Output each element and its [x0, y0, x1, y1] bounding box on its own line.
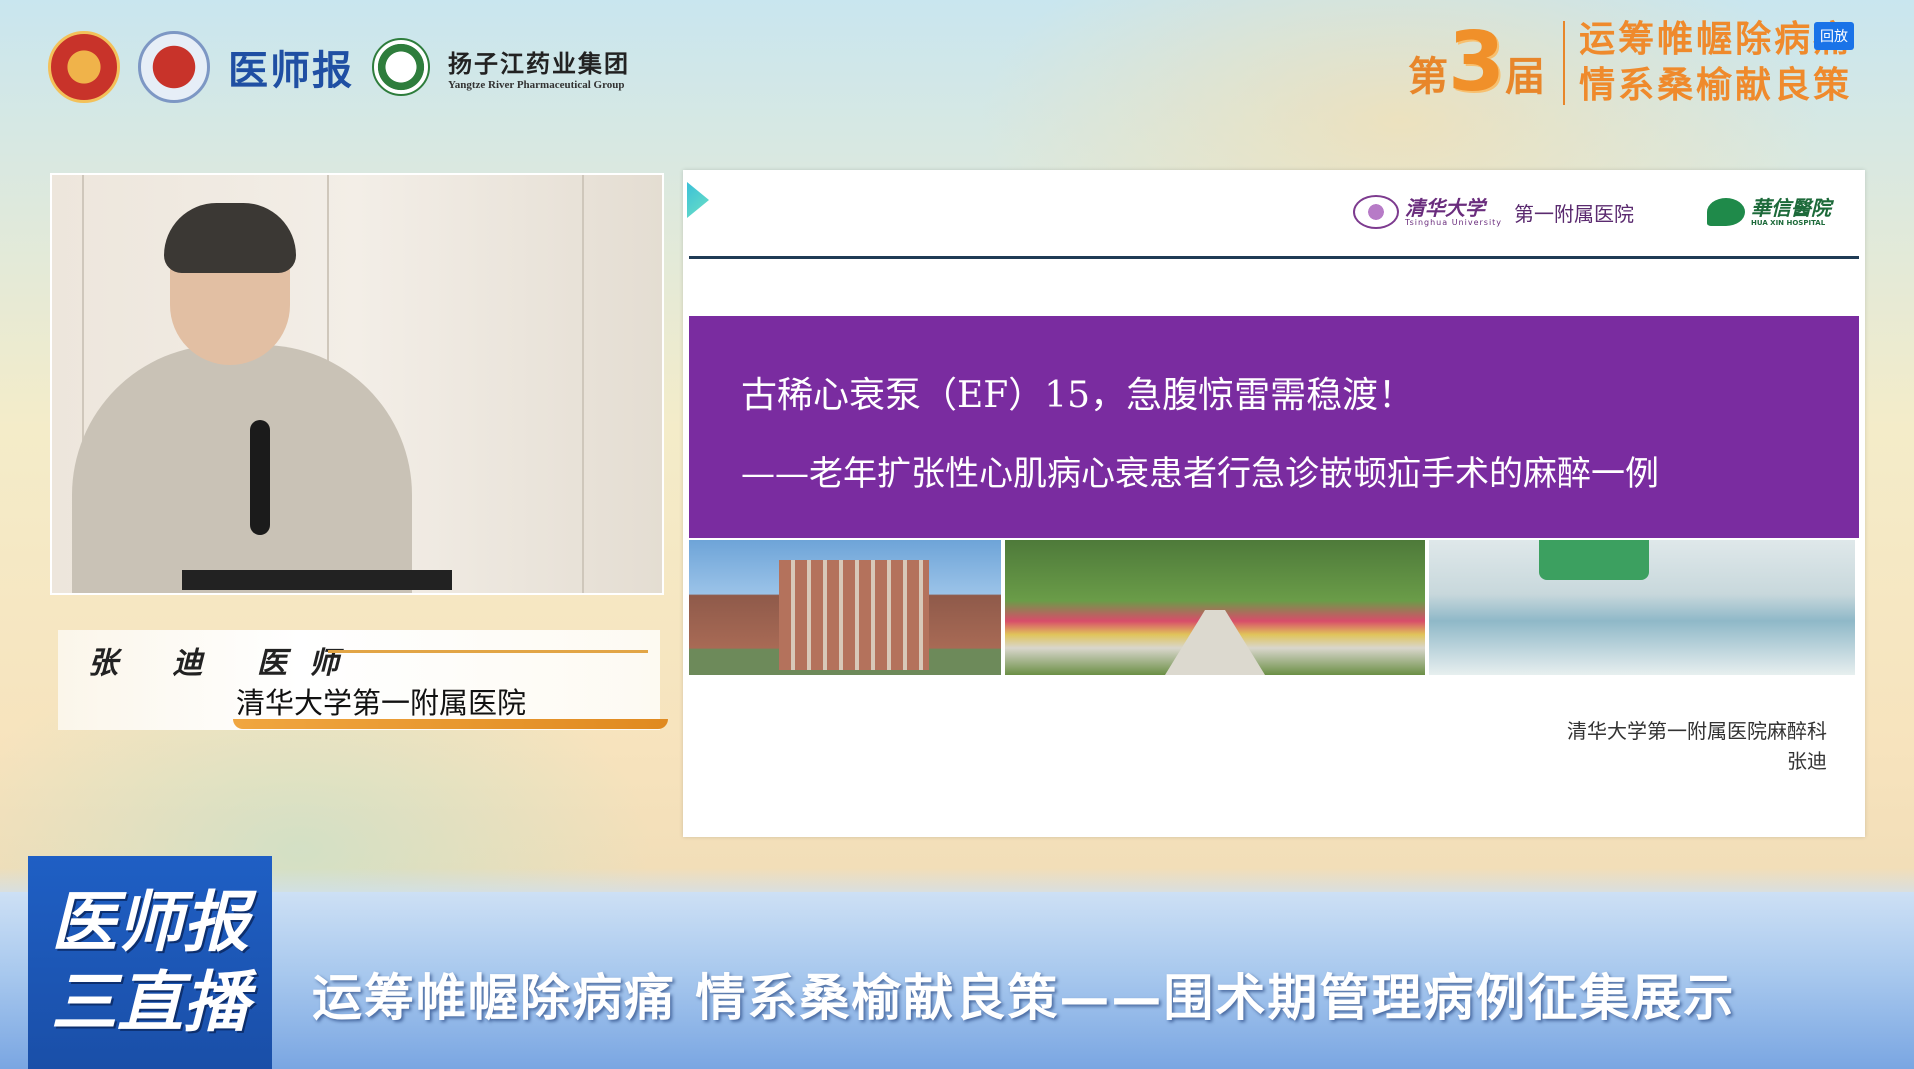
event-title: 第 3 届 运筹帷幄除病痛 情系桑榆献良策 — [1408, 20, 1852, 106]
hospital-building-photo — [689, 540, 1001, 675]
yangtze-logo-cn: 扬子江药业集团 — [448, 48, 630, 78]
sponsor-logos: 医师报 扬子江药业集团 Yangtze River Pharmaceutical… — [48, 28, 630, 106]
speaker-name-card: 张 迪 医师 清华大学第一附属医院 — [58, 630, 668, 730]
slide-footer: 清华大学第一附属医院麻醉科 张迪 — [1567, 716, 1827, 776]
broadcast-logo-line1: 医师报 — [51, 883, 249, 961]
slide-subtitle: ——老年扩张性心肌病心衰患者行急诊嵌顿疝手术的麻醉一例 — [741, 454, 1659, 494]
event-divider — [1563, 21, 1566, 105]
yishibao-logo: 医师报 — [228, 47, 354, 94]
podium — [182, 570, 452, 590]
huaxin-logo-text: 華信醫院 HUA XIN HOSPITAL — [1751, 197, 1831, 227]
hospital-garden-photo — [1005, 540, 1425, 675]
yangtze-logo: 扬子江药业集团 Yangtze River Pharmaceutical Gro… — [448, 44, 630, 91]
broadcast-logo-line2: 三直播 — [51, 963, 249, 1041]
society-emblem-logo — [48, 31, 120, 103]
slide-title: 古稀心衰泵（EF）15，急腹惊雷需稳渡！ — [741, 375, 1415, 416]
replay-badge[interactable]: 回放 — [1814, 22, 1854, 50]
speaker-body — [72, 345, 412, 593]
speaker-video[interactable] — [50, 173, 664, 595]
event-slogan-line2: 情系桑榆献良策 — [1579, 65, 1853, 106]
slide-footer-author: 张迪 — [1787, 749, 1827, 773]
huaxin-logo: 華信醫院 HUA XIN HOSPITAL — [1707, 197, 1831, 227]
association-emblem-logo — [138, 31, 210, 103]
huaxin-logo-en: HUA XIN HOSPITAL — [1751, 219, 1826, 227]
presentation-slide[interactable]: 清华大学 Tsinghua University 第一附属医院 華信醫院 HUA… — [683, 170, 1865, 837]
microphone — [250, 420, 270, 535]
tsinghua-seal-icon — [1353, 195, 1399, 229]
edition-suffix: 届 — [1505, 54, 1546, 100]
slide-header: 清华大学 Tsinghua University 第一附属医院 華信醫院 HUA… — [683, 195, 1865, 235]
speaker-name: 张 迪 医师 — [88, 646, 361, 681]
tsinghua-logo-text: 清华大学 Tsinghua University — [1405, 198, 1502, 227]
slide-title-band: 古稀心衰泵（EF）15，急腹惊雷需稳渡！ ——老年扩张性心肌病心衰患者行急诊嵌顿… — [689, 316, 1859, 538]
edition-number: 3 — [1448, 15, 1506, 110]
slide-photo-strip — [689, 540, 1859, 675]
tsinghua-logo-en: Tsinghua University — [1405, 217, 1503, 227]
speaker-hair — [164, 203, 296, 273]
tsinghua-hospital-label: 第一附属医院 — [1514, 201, 1635, 226]
tsinghua-logo-cn: 清华大学 — [1405, 195, 1485, 220]
broadcast-logo: 医师报 三直播 — [28, 856, 272, 1069]
speaker-affiliation: 清华大学第一附属医院 — [236, 686, 527, 720]
slide-footer-dept: 清华大学第一附属医院麻醉科 — [1567, 719, 1827, 743]
slide-header-rule — [689, 256, 1859, 259]
nurse-station-photo — [1429, 540, 1855, 675]
huaxin-leaf-icon — [1707, 198, 1745, 226]
wall-panel-line — [582, 175, 584, 593]
name-card-underline — [233, 719, 668, 729]
event-slogan-line1: 运筹帷幄除病痛 — [1579, 19, 1853, 60]
banner-title: 运筹帷幄除病痛 情系桑榆献良策——围术期管理病例征集展示 — [312, 969, 1736, 1027]
tsinghua-logo: 清华大学 Tsinghua University 第一附属医院 — [1353, 195, 1634, 229]
edition-prefix: 第 — [1408, 54, 1448, 100]
name-card-accent-line — [328, 650, 648, 653]
yangtze-emblem-logo — [372, 38, 430, 96]
yangtze-logo-en: Yangtze River Pharmaceutical Group — [448, 78, 625, 91]
huaxin-logo-cn: 華信醫院 — [1751, 196, 1831, 220]
event-edition: 第 3 届 — [1408, 22, 1545, 104]
event-slogan: 运筹帷幄除病痛 情系桑榆献良策 — [1579, 20, 1852, 106]
